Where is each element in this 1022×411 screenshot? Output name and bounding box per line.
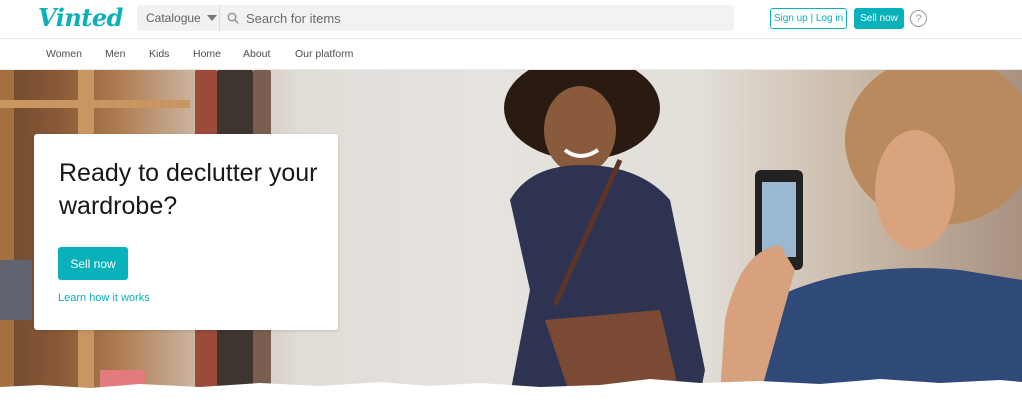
wardrobe-frame	[0, 70, 14, 395]
torn-edge-decoration	[0, 379, 1022, 395]
help-icon[interactable]: ?	[910, 10, 927, 27]
hero-photo-photographer	[720, 70, 1022, 395]
top-header: Vinted Catalogue Sign up | Log in Sell n…	[0, 0, 1022, 38]
search-bar: Catalogue	[137, 5, 734, 31]
nav-item-about[interactable]: About	[243, 48, 270, 60]
signup-login-button[interactable]: Sign up | Log in	[770, 8, 847, 29]
nav-item-our-platform[interactable]: Our platform	[295, 48, 353, 60]
catalogue-label: Catalogue	[146, 11, 201, 25]
wardrobe-shelf	[0, 100, 190, 108]
vinted-logo[interactable]: Vinted	[38, 3, 123, 32]
search-icon	[220, 5, 246, 31]
nav-item-kids[interactable]: Kids	[149, 48, 169, 60]
nav-item-men[interactable]: Men	[105, 48, 125, 60]
hero-photo-woman	[504, 70, 705, 395]
catalogue-dropdown[interactable]: Catalogue	[137, 5, 220, 31]
hero-title: Ready to declutter your wardrobe?	[59, 159, 318, 220]
nav-item-women[interactable]: Women	[46, 48, 82, 60]
nav-item-home[interactable]: Home	[193, 48, 221, 60]
hero-cta-card: Ready to declutter your wardrobe? Sell n…	[34, 134, 338, 330]
category-nav: Women Men Kids Home About Our platform	[0, 38, 1022, 70]
search-input[interactable]	[246, 10, 726, 26]
folded-clothes	[0, 260, 32, 320]
sell-now-header-button[interactable]: Sell now	[854, 8, 904, 29]
learn-how-it-works-link[interactable]: Learn how it works	[58, 292, 150, 304]
chevron-down-icon	[206, 15, 217, 21]
sell-now-hero-button[interactable]: Sell now	[58, 247, 128, 280]
